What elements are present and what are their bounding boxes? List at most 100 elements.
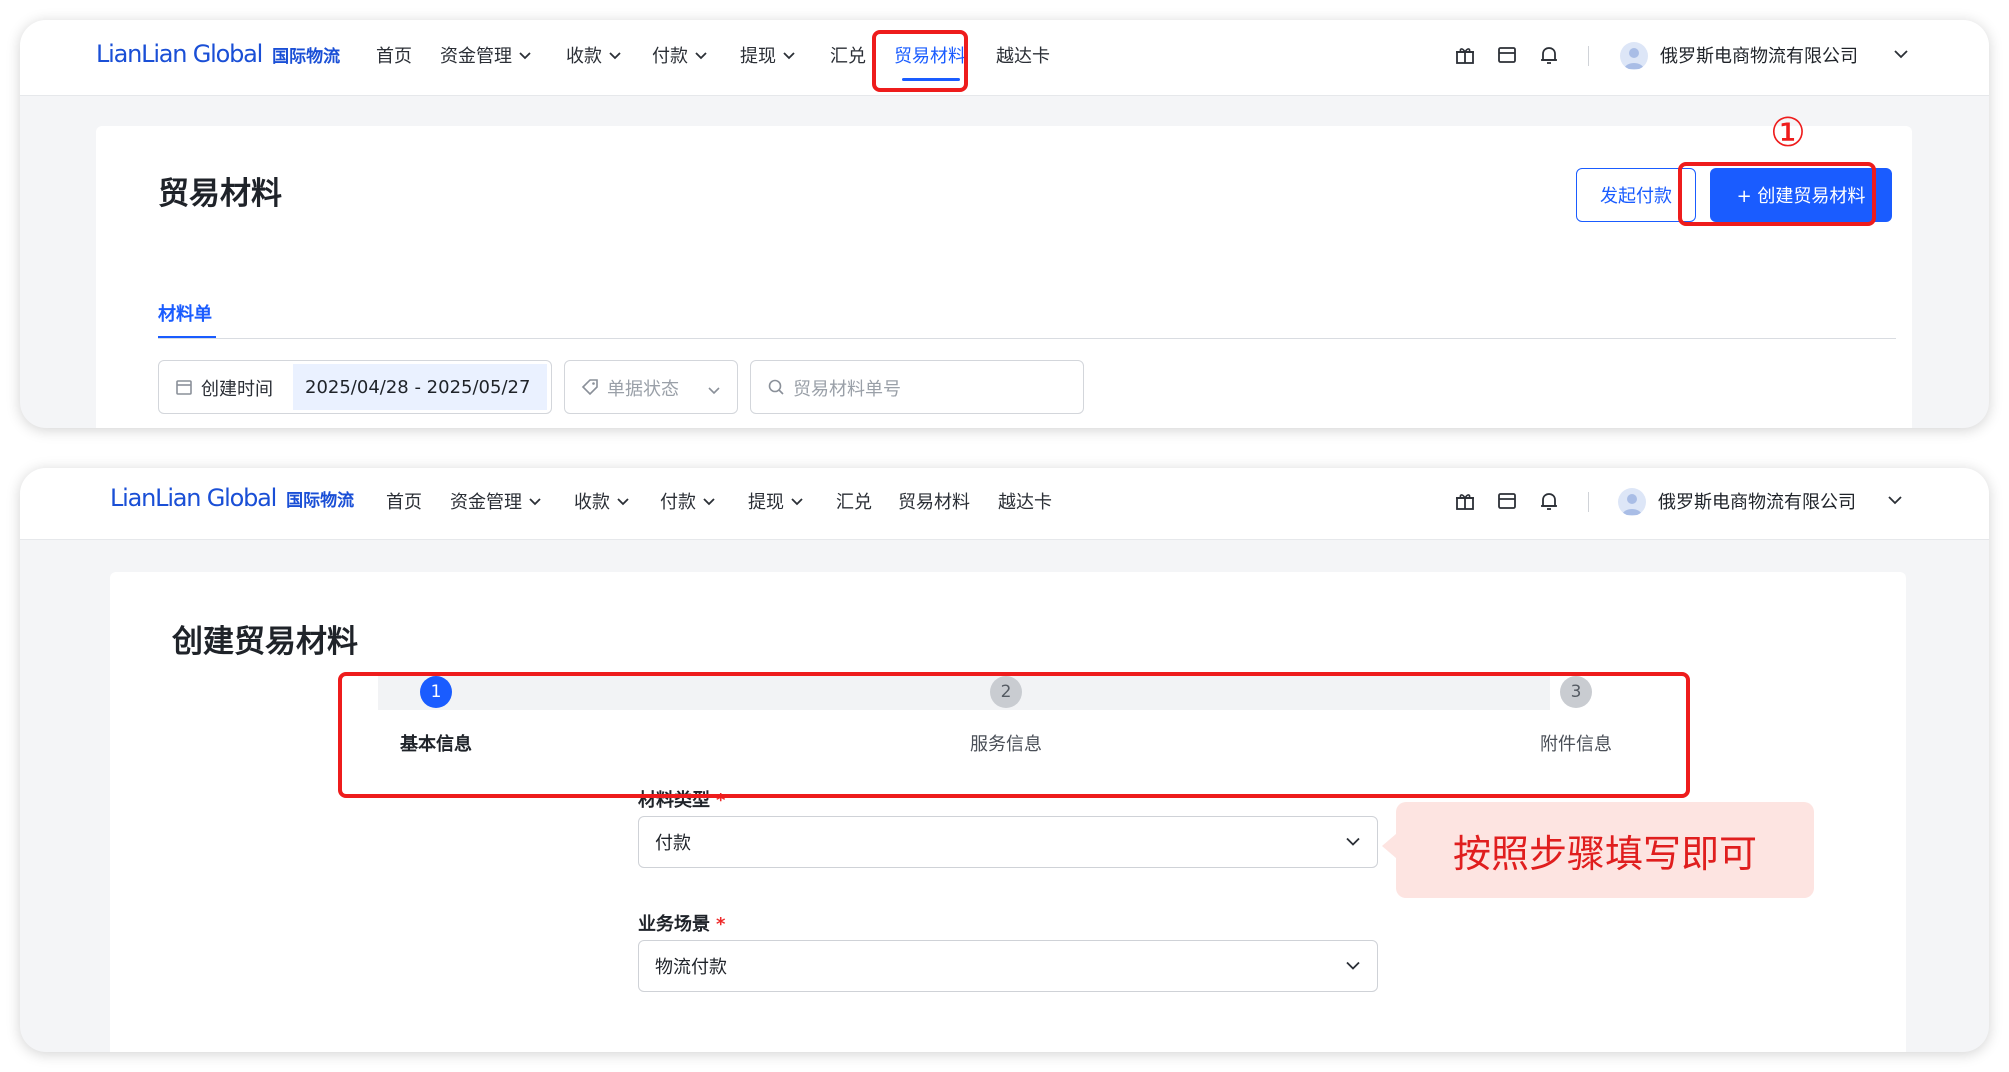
chevron-down-icon — [1345, 956, 1361, 977]
avatar[interactable] — [1618, 488, 1646, 516]
create-form-card: 创建贸易材料 1 基本信息 2 服务信息 3 附件信息 材料类型 * 付款 业务场… — [110, 572, 1906, 1052]
logo-text: LianLian Global — [96, 40, 263, 68]
business-scenario-label: 业务场景 * — [638, 910, 725, 936]
nav-item-home[interactable]: 首页 — [376, 42, 412, 68]
business-scenario-select[interactable]: 物流付款 — [638, 940, 1378, 992]
gift-icon[interactable] — [1454, 44, 1476, 66]
status-filter[interactable]: 单据状态 — [564, 360, 738, 414]
nav-item-withdraw[interactable]: 提现 — [740, 42, 796, 68]
nav-item-pay[interactable]: 付款 — [652, 42, 708, 68]
nav-label: 收款 — [566, 46, 602, 67]
chevron-down-icon — [790, 491, 804, 512]
tab-divider — [158, 338, 1896, 339]
nav-label: 越达卡 — [996, 46, 1050, 67]
step-2-indicator: 2 — [990, 676, 1022, 708]
chevron-down-icon — [782, 45, 796, 66]
material-type-select[interactable]: 付款 — [638, 816, 1378, 868]
business-scenario-value: 物流付款 — [655, 957, 727, 978]
avatar[interactable] — [1620, 42, 1648, 70]
tag-icon — [581, 378, 599, 400]
nav-label: 付款 — [652, 46, 688, 67]
nav-label: 首页 — [386, 492, 422, 513]
nav-label: 提现 — [748, 492, 784, 513]
nav-label: 付款 — [660, 492, 696, 513]
chevron-down-icon — [616, 491, 630, 512]
active-nav-indicator — [902, 78, 960, 81]
nav-item-exchange[interactable]: 汇兑 — [830, 42, 866, 68]
nav-label: 资金管理 — [450, 492, 522, 513]
step-3-indicator: 3 — [1560, 676, 1592, 708]
business-scenario-label-text: 业务场景 — [638, 914, 710, 935]
required-marker: * — [716, 790, 726, 811]
chevron-down-icon — [528, 491, 542, 512]
nav-item-exchange[interactable]: 汇兑 — [836, 488, 872, 514]
logo-text: LianLian Global — [110, 484, 277, 512]
nav-label: 首页 — [376, 46, 412, 67]
steps-track — [378, 672, 1550, 710]
wallet-icon[interactable] — [1496, 490, 1518, 512]
nav-label: 提现 — [740, 46, 776, 67]
create-trade-material-button[interactable]: + 创建贸易材料 — [1710, 168, 1892, 222]
nav-divider — [1588, 492, 1589, 512]
nav-label: 收款 — [574, 492, 610, 513]
nav-item-funds[interactable]: 资金管理 — [440, 42, 532, 68]
nav-item-trade-materials[interactable]: 贸易材料 — [898, 488, 970, 514]
company-name[interactable]: 俄罗斯电商物流有限公司 — [1660, 42, 1858, 68]
initiate-payment-button[interactable]: 发起付款 — [1576, 168, 1696, 222]
step-1-label: 基本信息 — [400, 734, 472, 755]
chevron-down-icon — [1345, 832, 1361, 853]
bell-icon[interactable] — [1538, 490, 1560, 512]
brand-logo[interactable]: LianLian Global 国际物流 — [96, 40, 340, 68]
tab-material-list[interactable]: 材料单 — [158, 300, 212, 326]
search-placeholder: 贸易材料单号 — [793, 379, 901, 400]
chevron-down-icon[interactable] — [1886, 492, 1908, 514]
nav-item-withdraw[interactable]: 提现 — [748, 488, 804, 514]
instruction-callout: 按照步骤填写即可 — [1396, 802, 1814, 898]
date-range-value[interactable]: 2025/04/28 - 2025/05/27 — [293, 364, 547, 410]
nav-item-card[interactable]: 越达卡 — [996, 42, 1050, 68]
chevron-down-icon — [518, 45, 532, 66]
logo-subtitle: 国际物流 — [272, 47, 341, 67]
chevron-down-icon — [694, 45, 708, 66]
logo-subtitle: 国际物流 — [286, 491, 355, 511]
screenshot-trade-materials-list: LianLian Global 国际物流 首页 资金管理 收款 付款 提现 汇兑… — [20, 20, 1989, 428]
chevron-down-icon — [707, 381, 721, 400]
created-date-filter[interactable]: 创建时间 2025/04/28 - 2025/05/27 — [158, 360, 552, 414]
material-type-label: 材料类型 * — [638, 786, 725, 812]
step-1-indicator: 1 — [420, 676, 452, 708]
search-icon — [767, 378, 785, 400]
required-marker: * — [716, 914, 726, 935]
screenshot-create-trade-material: LianLian Global 国际物流 首页 资金管理 收款 付款 提现 汇兑… — [20, 468, 1989, 1052]
nav-label: 汇兑 — [836, 492, 872, 513]
trade-material-search-input[interactable]: 贸易材料单号 — [750, 360, 1084, 414]
chevron-down-icon[interactable] — [1892, 46, 1914, 68]
top-navbar: LianLian Global 国际物流 首页 资金管理 收款 付款 提现 汇兑… — [20, 20, 1989, 96]
nav-item-home[interactable]: 首页 — [386, 488, 422, 514]
brand-logo[interactable]: LianLian Global 国际物流 — [110, 484, 354, 512]
company-name[interactable]: 俄罗斯电商物流有限公司 — [1658, 488, 1856, 514]
date-filter-label: 创建时间 — [201, 379, 273, 400]
nav-divider — [1588, 46, 1589, 66]
nav-item-funds[interactable]: 资金管理 — [450, 488, 542, 514]
list-card: 贸易材料 发起付款 + 创建贸易材料 材料单 创建时间 2025/04/28 -… — [96, 126, 1912, 428]
nav-item-pay[interactable]: 付款 — [660, 488, 716, 514]
calendar-icon — [175, 378, 193, 400]
wallet-icon[interactable] — [1496, 44, 1518, 66]
material-type-value: 付款 — [655, 833, 691, 854]
nav-label: 越达卡 — [998, 492, 1052, 513]
chevron-down-icon — [702, 491, 716, 512]
nav-item-receive[interactable]: 收款 — [566, 42, 622, 68]
page-title: 创建贸易材料 — [172, 624, 358, 660]
bell-icon[interactable] — [1538, 44, 1560, 66]
status-placeholder: 单据状态 — [607, 379, 679, 400]
chevron-down-icon — [608, 45, 622, 66]
material-type-label-text: 材料类型 — [638, 790, 710, 811]
step-2-label: 服务信息 — [970, 734, 1042, 755]
nav-label: 贸易材料 — [894, 46, 966, 67]
nav-item-card[interactable]: 越达卡 — [998, 488, 1052, 514]
gift-icon[interactable] — [1454, 490, 1476, 512]
nav-item-receive[interactable]: 收款 — [574, 488, 630, 514]
nav-item-trade-materials[interactable]: 贸易材料 — [894, 42, 966, 68]
nav-label: 贸易材料 — [898, 492, 970, 513]
nav-label: 资金管理 — [440, 46, 512, 67]
